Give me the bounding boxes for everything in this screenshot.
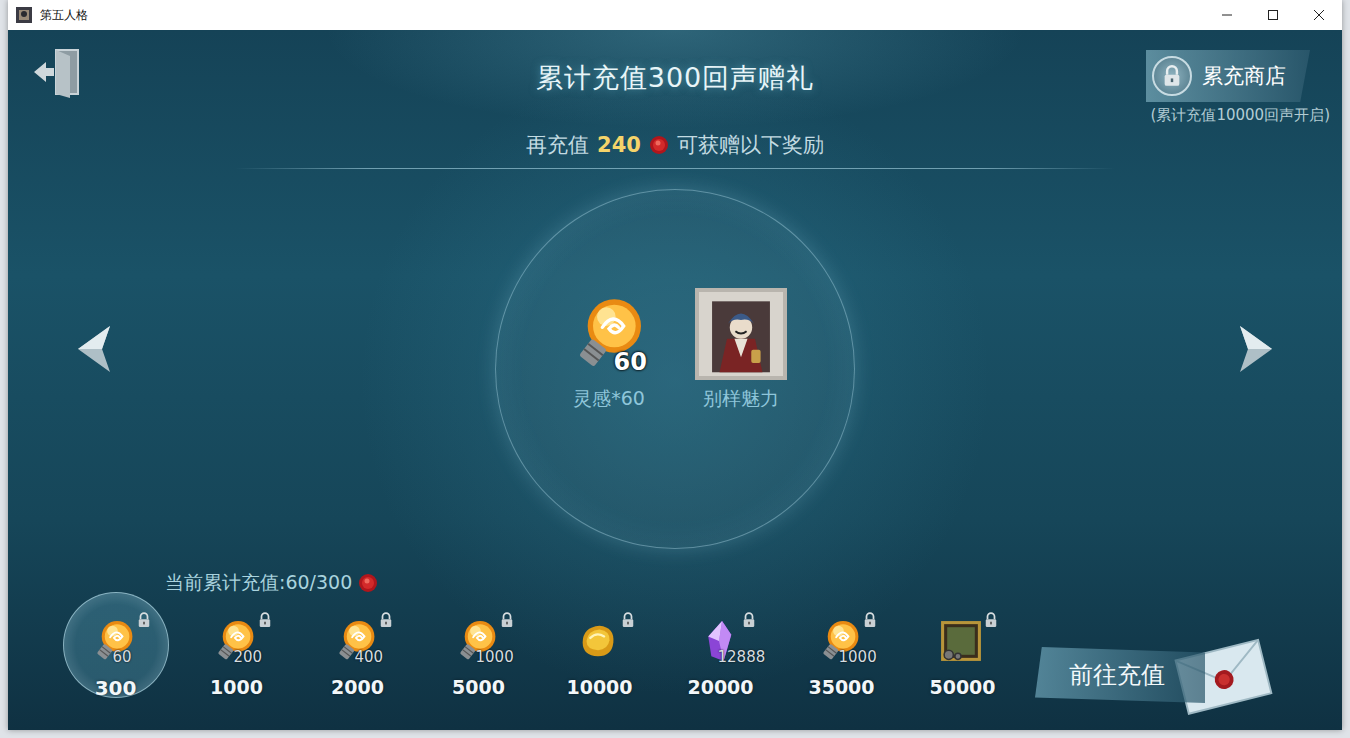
lock-icon	[863, 612, 877, 628]
subtitle-suffix: 可获赠以下奖励	[677, 131, 824, 159]
left-arrow-icon	[74, 324, 114, 374]
progress-label: 当前累计充值:60/300	[8, 570, 1342, 596]
page-title: 累计充值300回声赠礼	[536, 30, 815, 96]
next-arrow[interactable]	[1236, 324, 1276, 377]
app-icon	[16, 7, 32, 23]
echo-coin-icon	[358, 573, 378, 593]
close-icon	[1314, 10, 1324, 20]
tier-threshold: 20000	[687, 676, 753, 698]
recharge-button[interactable]: 前往充值	[1035, 632, 1275, 718]
prev-arrow[interactable]	[74, 324, 114, 377]
tier-threshold: 5000	[452, 676, 505, 698]
reward-area: 60 灵感*60 别样魅力	[8, 169, 1342, 570]
lock-icon	[137, 612, 151, 628]
tier-item[interactable]: 1000 5000	[418, 596, 539, 700]
tier-count: 1000	[839, 648, 877, 666]
desktop: 第五人格 累计充值300回声赠礼 累充商店 (累计充值10000回声开启) 再充…	[0, 0, 1350, 738]
progress-text: 当前累计充值:60/300	[165, 570, 352, 596]
reward-item[interactable]: 60 灵感*60	[563, 288, 655, 412]
tier-count: 400	[355, 648, 384, 666]
tier-count: 200	[234, 648, 263, 666]
tier-item[interactable]: 1000 35000	[781, 596, 902, 700]
tier-item[interactable]: 12888 20000	[660, 596, 781, 700]
title-bar: 第五人格	[8, 0, 1342, 30]
game-window: 第五人格 累计充值300回声赠礼 累充商店 (累计充值10000回声开启) 再充…	[8, 0, 1342, 730]
portrait-icon	[695, 288, 787, 380]
window-title: 第五人格	[40, 7, 1204, 24]
window-controls	[1204, 0, 1342, 30]
tier-count: 12888	[718, 648, 766, 666]
gold-icon	[575, 618, 621, 664]
shop-note: (累计充值10000回声开启)	[1151, 106, 1330, 125]
lock-icon	[984, 612, 998, 628]
recharge-label: 前往充值	[1035, 647, 1205, 703]
subtitle-prefix: 再充值	[526, 131, 589, 159]
shop-lock-badge	[1152, 56, 1192, 96]
tier-item[interactable]: 400 2000	[297, 596, 418, 700]
lock-icon	[742, 612, 756, 628]
reward-bubble: 60 灵感*60 别样魅力	[495, 189, 855, 549]
tier-threshold: 300	[95, 676, 137, 700]
tier-threshold: 35000	[808, 676, 874, 698]
maximize-button[interactable]	[1250, 0, 1296, 30]
divider	[235, 168, 1115, 169]
reward-count: 60	[614, 348, 647, 376]
reward-item[interactable]: 别样魅力	[695, 288, 787, 412]
tier-count: 1000	[476, 648, 514, 666]
tier-threshold: 10000	[566, 676, 632, 698]
tier-item[interactable]: 10000	[539, 596, 660, 700]
reward-label: 灵感*60	[573, 386, 645, 412]
header: 累计充值300回声赠礼 累充商店 (累计充值10000回声开启)	[8, 30, 1342, 130]
reward-label: 别样魅力	[703, 386, 779, 412]
reward-list: 60 灵感*60 别样魅力	[563, 288, 787, 548]
close-button[interactable]	[1296, 0, 1342, 30]
tier-threshold: 1000	[210, 676, 263, 698]
game-screen: 累计充值300回声赠礼 累充商店 (累计充值10000回声开启) 再充值 240…	[8, 30, 1342, 730]
tier-threshold: 2000	[331, 676, 384, 698]
tier-count: 60	[113, 648, 132, 666]
right-arrow-icon	[1236, 324, 1276, 374]
minimize-icon	[1222, 10, 1232, 20]
lock-icon	[621, 612, 635, 628]
lock-icon	[258, 612, 272, 628]
echo-coin-icon	[649, 135, 669, 155]
tier-threshold: 50000	[929, 676, 995, 698]
tier-bar: 60 300 200 1000 400 2000 1000 5000 10000…	[8, 596, 1342, 730]
exit-door-icon	[30, 44, 86, 100]
shop-label: 累充商店	[1202, 62, 1286, 90]
tier-item[interactable]: 200 1000	[176, 596, 297, 700]
lock-icon	[379, 612, 393, 628]
tier-list: 60 300 200 1000 400 2000 1000 5000 10000…	[55, 596, 1023, 700]
minimize-button[interactable]	[1204, 0, 1250, 30]
subtitle: 再充值 240 可获赠以下奖励	[8, 130, 1342, 160]
back-button[interactable]	[30, 44, 86, 103]
lock-icon	[500, 612, 514, 628]
shop-button[interactable]: 累充商店	[1146, 50, 1310, 102]
film-frame-icon	[938, 618, 984, 664]
tier-item[interactable]: 60 300	[55, 596, 176, 700]
tier-item[interactable]: 50000	[902, 596, 1023, 700]
maximize-icon	[1268, 10, 1278, 20]
remaining-amount: 240	[597, 133, 641, 157]
lock-icon	[1162, 65, 1182, 87]
